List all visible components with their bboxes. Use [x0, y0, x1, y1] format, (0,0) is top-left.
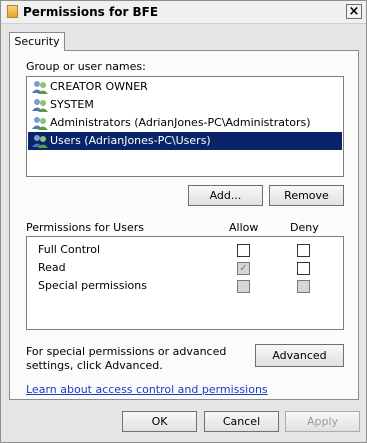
- permission-name: Special permissions: [38, 279, 147, 292]
- remove-button[interactable]: Remove: [269, 185, 344, 206]
- users-icon: [32, 117, 48, 130]
- folder-icon: [7, 5, 18, 18]
- perm-row-special: Special permissions: [27, 277, 343, 295]
- add-button[interactable]: Add...: [188, 185, 263, 206]
- help-link[interactable]: Learn about access control and permissio…: [26, 383, 268, 396]
- deny-checkbox: [297, 280, 310, 293]
- list-item-label: SYSTEM: [50, 98, 94, 111]
- tab-security[interactable]: Security: [9, 32, 65, 51]
- advanced-button[interactable]: Advanced: [255, 344, 344, 367]
- group-names-label: Group or user names:: [26, 60, 146, 73]
- users-icon: [32, 135, 48, 148]
- permissions-label: Permissions for Users: [26, 221, 144, 234]
- permission-name: Full Control: [38, 243, 101, 256]
- users-icon: [32, 99, 48, 112]
- perm-row-full-control: Full Control: [27, 241, 343, 259]
- allow-header: Allow: [229, 221, 259, 234]
- close-icon: ×: [348, 4, 360, 19]
- list-item-label: Users (AdrianJones-PC\Users): [50, 134, 211, 147]
- perm-row-read: Read ✓: [27, 259, 343, 277]
- list-item-creator-owner[interactable]: CREATOR OWNER: [28, 78, 342, 96]
- list-item-label: Administrators (AdrianJones-PC\Administr…: [50, 116, 311, 129]
- list-item-users[interactable]: Users (AdrianJones-PC\Users): [28, 132, 342, 150]
- permissions-dialog: Permissions for BFE × Security Group or …: [0, 0, 367, 443]
- close-button[interactable]: ×: [346, 4, 362, 19]
- group-user-list[interactable]: CREATOR OWNER SYSTEM Administrators (Adr…: [26, 76, 344, 177]
- allow-checkbox[interactable]: [237, 244, 250, 257]
- ok-button[interactable]: OK: [122, 411, 197, 432]
- title-bar[interactable]: Permissions for BFE ×: [1, 1, 366, 24]
- users-icon: [32, 81, 48, 94]
- allow-checkbox: [237, 280, 250, 293]
- deny-checkbox[interactable]: [297, 244, 310, 257]
- deny-checkbox[interactable]: [297, 262, 310, 275]
- permission-name: Read: [38, 261, 66, 274]
- permissions-list: Full Control Read ✓ Special permissions: [26, 236, 344, 330]
- security-panel: Group or user names: CREATOR OWNER SYSTE…: [9, 50, 359, 400]
- list-item-label: CREATOR OWNER: [50, 80, 148, 93]
- list-item-system[interactable]: SYSTEM: [28, 96, 342, 114]
- apply-button: Apply: [285, 411, 360, 432]
- advanced-description: For special permissions or advanced sett…: [26, 345, 227, 372]
- list-item-administrators[interactable]: Administrators (AdrianJones-PC\Administr…: [28, 114, 342, 132]
- cancel-button[interactable]: Cancel: [204, 411, 279, 432]
- window-title: Permissions for BFE: [23, 5, 159, 19]
- deny-header: Deny: [290, 221, 319, 234]
- allow-checkbox: ✓: [237, 262, 250, 275]
